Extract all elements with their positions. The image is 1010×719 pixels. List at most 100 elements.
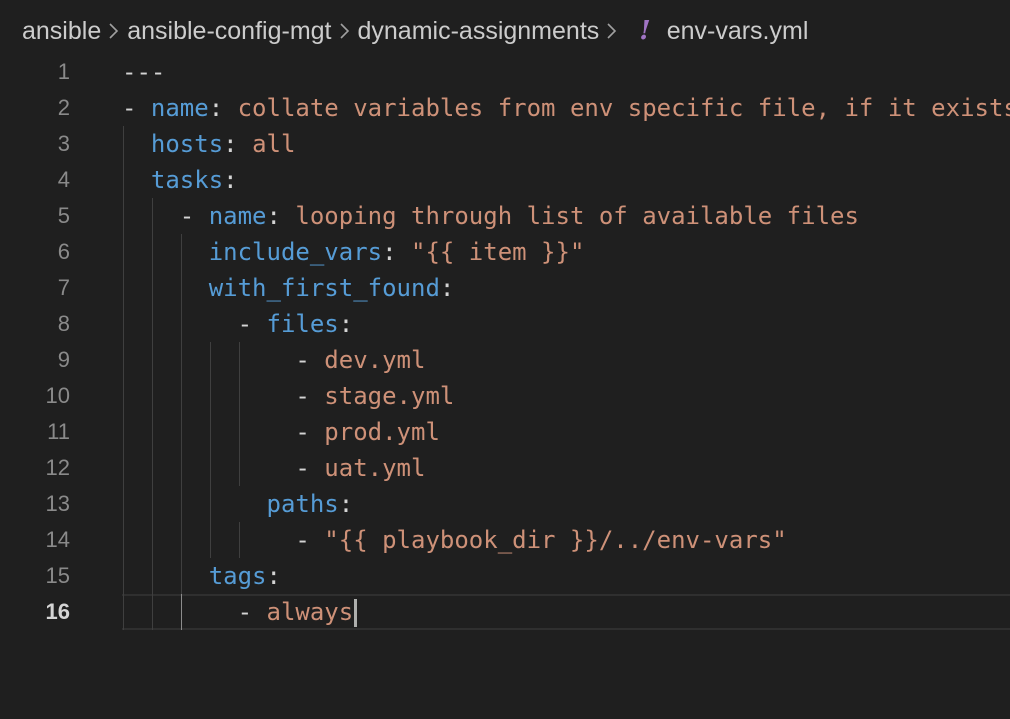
breadcrumb-item-ansible-config-mgt[interactable]: ansible-config-mgt <box>127 17 331 46</box>
line-number: 8 <box>57 311 70 336</box>
yaml-value: prod.yml <box>324 418 440 446</box>
yaml-punctuation: - <box>122 94 151 122</box>
yaml-punctuation: - <box>122 310 267 338</box>
line-number: 13 <box>45 491 70 516</box>
yaml-key: paths <box>266 490 339 518</box>
breadcrumb-item-file[interactable]: env-vars.yml <box>667 17 809 46</box>
code-area[interactable]: 1 --- 2- name: collate variables from env … <box>0 54 1010 630</box>
code-line[interactable]: 13 paths: <box>0 486 1010 522</box>
yaml-value: dev.yml <box>324 346 426 374</box>
yaml-key: hosts <box>150 130 224 158</box>
code-text: tags: <box>122 558 281 594</box>
line-number: 15 <box>45 563 70 588</box>
yaml-value: stage.yml <box>324 382 455 410</box>
code-text: - name: collate variables from env speci… <box>122 90 1010 126</box>
code-line[interactable]: 8 - files: <box>0 306 1010 342</box>
yaml-punctuation: - <box>122 382 325 410</box>
code-line[interactable]: 3 hosts: all <box>0 126 1010 162</box>
code-line[interactable]: 5 - name: looping through list of availa… <box>0 198 1010 234</box>
line-number: 7 <box>57 275 70 300</box>
code-line[interactable]: 14 - "{{ playbook_dir }}/../env-vars" <box>0 522 1010 558</box>
code-editor[interactable]: ansible ansible-config-mgt dynamic-assig… <box>0 0 1010 719</box>
code-text: - uat.yml <box>122 450 425 486</box>
chevron-right-icon <box>107 21 121 41</box>
yaml-punctuation: - <box>122 418 325 446</box>
line-number: 6 <box>57 239 70 264</box>
code-text: - stage.yml <box>122 378 454 414</box>
chevron-right-icon <box>338 21 352 41</box>
yaml-punctuation: : <box>266 562 281 590</box>
line-number: 11 <box>47 419 70 444</box>
yaml-punctuation: : <box>223 130 253 158</box>
yaml-value: collate variables from env specific file… <box>237 94 1010 122</box>
code-text: - always <box>122 594 358 630</box>
code-line[interactable]: 9 - dev.yml <box>0 342 1010 378</box>
line-number: 3 <box>57 131 70 156</box>
code-text: - name: looping through list of availabl… <box>122 198 859 234</box>
breadcrumb: ansible ansible-config-mgt dynamic-assig… <box>0 0 1010 62</box>
chevron-right-icon <box>605 21 619 41</box>
code-line[interactable]: 11 - prod.yml <box>0 414 1010 450</box>
line-number: 4 <box>57 167 70 192</box>
yaml-key: tags <box>208 562 267 590</box>
breadcrumb-item-ansible[interactable]: ansible <box>22 17 101 46</box>
yaml-punctuation: - <box>122 454 325 482</box>
yaml-punctuation: - <box>122 346 325 374</box>
yaml-key: include_vars <box>208 238 383 266</box>
yaml-punctuation: --- <box>122 58 166 86</box>
breadcrumb-item-dynamic-assignments[interactable]: dynamic-assignments <box>358 17 600 46</box>
yaml-key: files <box>266 310 339 338</box>
code-text: - prod.yml <box>122 414 440 450</box>
code-line[interactable]: 12 - uat.yml <box>0 450 1010 486</box>
line-number: 2 <box>57 95 70 120</box>
line-number: 1 <box>57 59 70 84</box>
code-line[interactable]: 1 --- <box>0 54 1010 90</box>
code-line[interactable]: 2 - name: collate variables from env spec… <box>0 90 1010 126</box>
yaml-value: all <box>252 130 296 158</box>
line-number: 14 <box>45 527 70 552</box>
line-number: 5 <box>57 203 70 228</box>
yaml-value: "{{ item }}" <box>411 238 585 266</box>
yaml-punctuation <box>122 238 209 266</box>
code-text: include_vars: "{{ item }}" <box>122 234 585 270</box>
code-text: - dev.yml <box>122 342 425 378</box>
yaml-key: name <box>208 202 267 230</box>
code-line[interactable]: 16 - always <box>0 594 1010 630</box>
line-number: 16 <box>45 599 70 624</box>
yaml-value: uat.yml <box>324 454 426 482</box>
code-text: with_first_found: <box>122 270 455 306</box>
yaml-punctuation: : <box>439 274 455 302</box>
yaml-punctuation: : <box>338 490 354 518</box>
yaml-punctuation <box>122 490 267 518</box>
yaml-punctuation: : <box>338 310 354 338</box>
line-number: 10 <box>45 383 70 408</box>
text-cursor <box>354 599 358 627</box>
yaml-punctuation <box>122 562 209 590</box>
code-line[interactable]: 10 - stage.yml <box>0 378 1010 414</box>
code-text: --- <box>122 54 165 90</box>
code-text: - "{{ playbook_dir }}/../env-vars" <box>122 522 787 558</box>
yaml-key: name <box>150 94 209 122</box>
yaml-punctuation <box>122 166 151 194</box>
yaml-value: "{{ playbook_dir }}/../env-vars" <box>324 526 787 554</box>
line-number: 12 <box>45 455 70 480</box>
code-text: tasks: <box>122 162 238 198</box>
yaml-punctuation: : <box>208 94 238 122</box>
code-line[interactable]: 7 with_first_found: <box>0 270 1010 306</box>
yaml-value: always <box>266 598 354 626</box>
yaml-punctuation: : <box>266 202 296 230</box>
yaml-punctuation: : <box>223 166 238 194</box>
yaml-punctuation <box>122 274 209 302</box>
code-text: hosts: all <box>122 126 296 162</box>
yaml-punctuation: : <box>382 238 411 266</box>
yaml-punctuation: - <box>122 202 209 230</box>
yaml-key: tasks <box>150 166 224 194</box>
yaml-punctuation <box>122 130 151 158</box>
code-text: - files: <box>122 306 354 342</box>
code-line[interactable]: 15 tags: <box>0 558 1010 594</box>
yaml-punctuation: - <box>122 526 325 554</box>
yaml-punctuation: - <box>122 598 267 626</box>
line-number: 9 <box>57 347 70 372</box>
code-line[interactable]: 6 include_vars: "{{ item }}" <box>0 234 1010 270</box>
code-line[interactable]: 4 tasks: <box>0 162 1010 198</box>
